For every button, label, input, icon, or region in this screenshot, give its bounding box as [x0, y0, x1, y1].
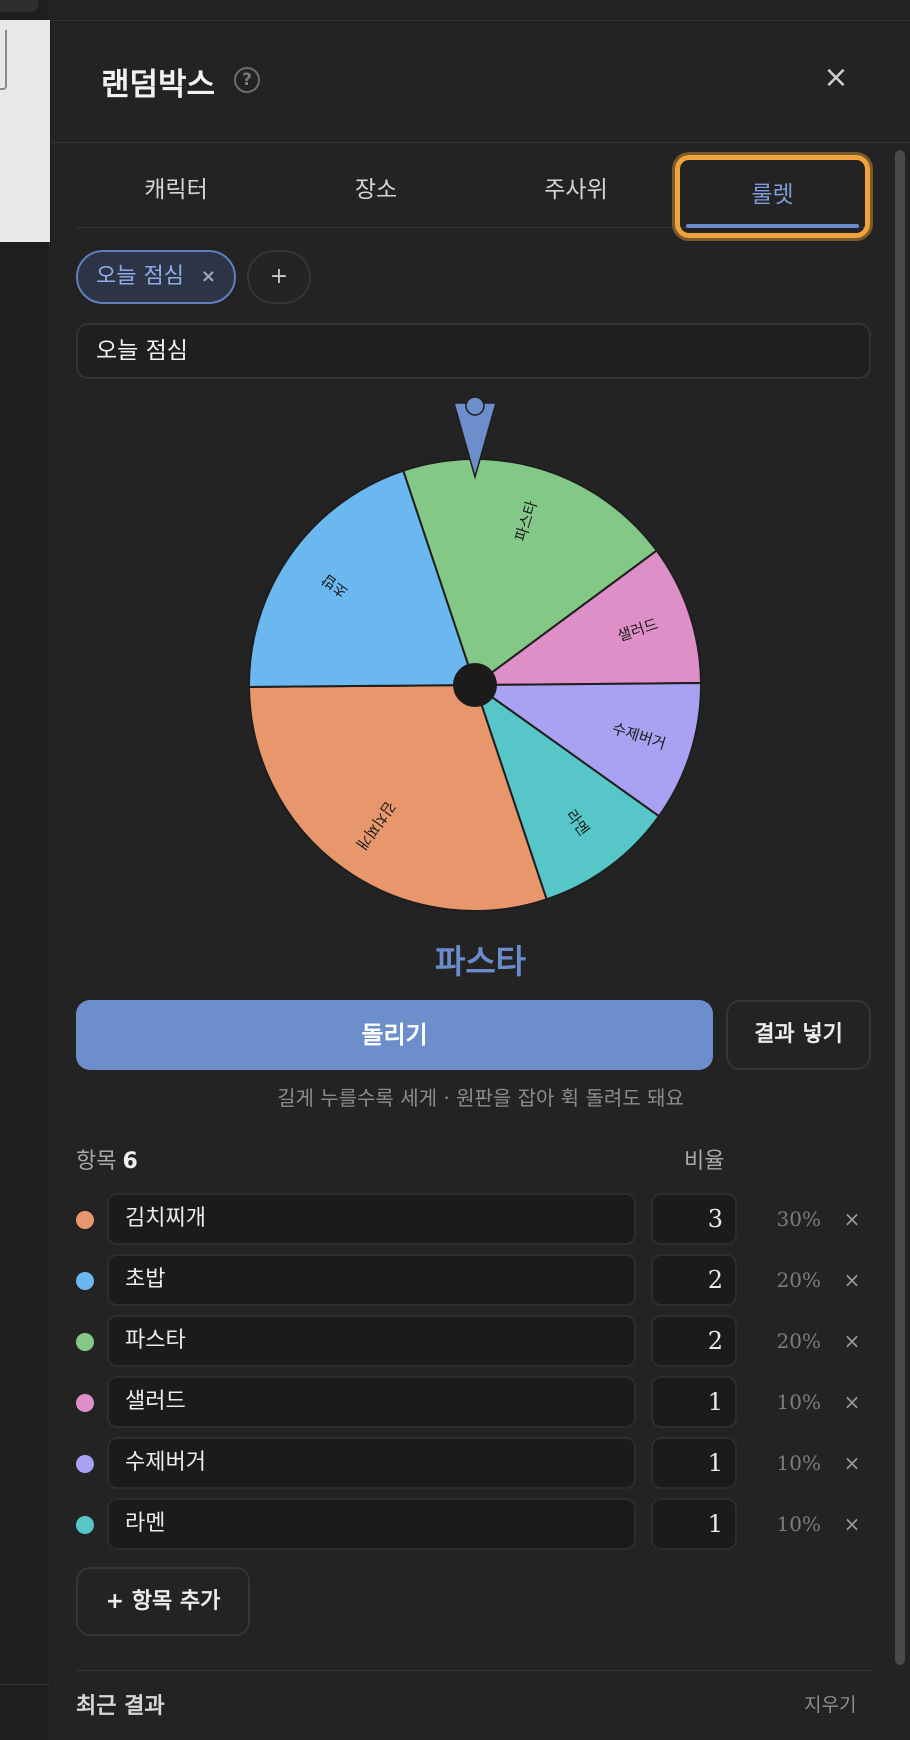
remove-item-icon[interactable]: ×	[838, 1498, 866, 1550]
insert-result-button[interactable]: 결과 넣기	[726, 1000, 871, 1070]
roulette-wheel[interactable]: 김치찌개초밥파스타샐러드수제버거라멘	[51, 395, 910, 935]
item-name-input[interactable]: 김치찌개	[107, 1193, 636, 1245]
remove-item-icon[interactable]: ×	[838, 1376, 866, 1428]
item-weight-input[interactable]: 3	[651, 1193, 737, 1245]
roulette-name-input[interactable]: 오늘 점심	[76, 323, 871, 379]
item-weight-input[interactable]: 1	[651, 1437, 737, 1489]
remove-item-icon[interactable]: ×	[838, 1193, 866, 1245]
color-swatch	[76, 1333, 94, 1351]
background-divider	[0, 1684, 50, 1685]
list-item: 김치찌개 3 30% ×	[76, 1193, 871, 1245]
background-tab	[0, 0, 38, 12]
remove-item-icon[interactable]: ×	[838, 1254, 866, 1306]
items-label: 항목	[76, 1149, 117, 1174]
wheel-pointer-knob	[465, 396, 485, 416]
item-weight-input[interactable]: 2	[651, 1254, 737, 1306]
item-percent: 10%	[776, 1390, 821, 1414]
roulette-wheel-area[interactable]: 김치찌개 초밥 파스타 샐러드 수제버거 라멘	[51, 395, 910, 935]
active-tab-indicator	[686, 224, 859, 228]
item-name-input[interactable]: 샐러드	[107, 1376, 636, 1428]
list-item: 초밥 2 20% ×	[76, 1254, 871, 1306]
item-percent: 30%	[776, 1207, 821, 1231]
preset-chip-active[interactable]: 오늘 점심 ×	[76, 250, 236, 304]
tab-dice[interactable]: 주사위	[476, 144, 676, 228]
tab-bar: 캐릭터 장소 주사위 룰렛	[76, 144, 871, 238]
preset-chip-label: 오늘 점심	[96, 264, 184, 289]
spin-result: 파스타	[434, 942, 527, 981]
close-icon[interactable]: ×	[819, 61, 853, 95]
item-name-input[interactable]: 초밥	[107, 1254, 636, 1306]
add-preset-button[interactable]: +	[247, 250, 311, 304]
recent-results-title: 최근 결과	[76, 1694, 165, 1719]
item-name-input[interactable]: 라멘	[107, 1498, 636, 1550]
item-weight-input[interactable]: 1	[651, 1376, 737, 1428]
list-item: 파스타 2 20% ×	[76, 1315, 871, 1367]
spin-button[interactable]: 돌리기	[76, 1000, 713, 1070]
item-percent: 10%	[776, 1451, 821, 1475]
item-weight-input[interactable]: 2	[651, 1315, 737, 1367]
section-divider	[76, 1670, 871, 1671]
color-swatch	[76, 1516, 94, 1534]
color-swatch	[76, 1394, 94, 1412]
color-swatch	[76, 1455, 94, 1473]
panel-header: 랜덤박스 ? ×	[51, 21, 910, 143]
wheel-hub	[453, 663, 497, 707]
list-item: 샐러드 1 10% ×	[76, 1376, 871, 1428]
remove-item-icon[interactable]: ×	[838, 1315, 866, 1367]
question-circle-icon[interactable]: ?	[234, 67, 260, 93]
color-swatch	[76, 1272, 94, 1290]
add-item-button[interactable]: + 항목 추가	[76, 1567, 250, 1636]
spin-hint: 길게 누를수록 세게 · 원판을 잡아 휙 돌려도 돼요	[277, 1086, 684, 1110]
items-count: 6	[122, 1149, 138, 1174]
background-shape	[0, 30, 7, 90]
background-canvas	[0, 20, 50, 242]
item-percent: 10%	[776, 1512, 821, 1536]
tab-place[interactable]: 장소	[276, 144, 476, 228]
remove-item-icon[interactable]: ×	[838, 1437, 866, 1489]
tab-roulette-label: 룰렛	[751, 182, 794, 208]
item-name-input[interactable]: 파스타	[107, 1315, 636, 1367]
clear-results-button[interactable]: 지우기	[804, 1690, 856, 1717]
ratio-label: 비율	[684, 1149, 725, 1174]
item-percent: 20%	[776, 1268, 821, 1292]
tab-character[interactable]: 캐릭터	[76, 144, 276, 228]
item-percent: 20%	[776, 1329, 821, 1353]
panel-title: 랜덤박스	[101, 67, 216, 103]
color-swatch	[76, 1211, 94, 1229]
list-item: 라멘 1 10% ×	[76, 1498, 871, 1550]
chip-remove-icon[interactable]: ×	[201, 252, 216, 302]
items-header: 항목 6 비율	[76, 1143, 871, 1177]
list-item: 수제버거 1 10% ×	[76, 1437, 871, 1489]
tab-roulette[interactable]: 룰렛	[675, 155, 870, 238]
item-name-input[interactable]: 수제버거	[107, 1437, 636, 1489]
background-app-sidebar	[0, 0, 50, 1740]
item-weight-input[interactable]: 1	[651, 1498, 737, 1550]
random-box-panel: 랜덤박스 ? × 캐릭터 장소 주사위 룰렛 오늘 점심 × + 오늘 점심 김…	[51, 0, 910, 1740]
